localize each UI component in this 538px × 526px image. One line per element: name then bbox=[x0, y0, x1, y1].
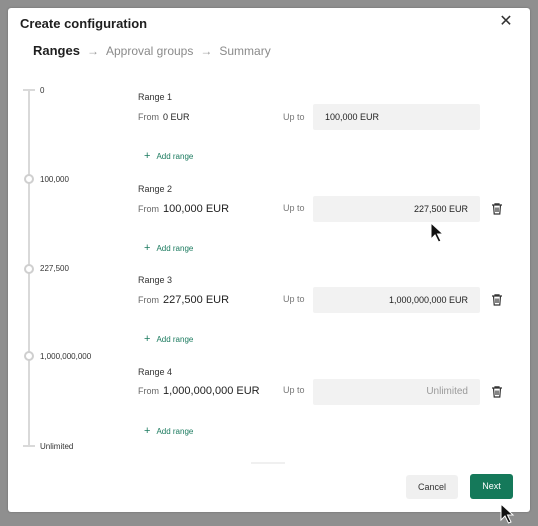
range-4-title: Range 4 bbox=[138, 367, 173, 377]
dialog-title: Create configuration bbox=[20, 16, 148, 31]
from-label: From bbox=[138, 112, 159, 122]
trash-icon[interactable] bbox=[490, 385, 504, 399]
range-3-upto-label: Up to bbox=[283, 294, 305, 304]
from-label: From bbox=[138, 386, 159, 396]
range-2-upto-field[interactable]: 227,500 EUR bbox=[313, 196, 480, 222]
range-1-title: Range 1 bbox=[138, 92, 173, 102]
timeline-node bbox=[24, 174, 34, 184]
timeline-label-227500: 227,500 bbox=[40, 264, 69, 273]
step-approval-groups[interactable]: Approval groups bbox=[106, 44, 193, 58]
stepper: Ranges → Approval groups → Summary bbox=[33, 43, 271, 58]
step-ranges[interactable]: Ranges bbox=[33, 43, 80, 58]
timeline-node bbox=[24, 264, 34, 274]
range-2-upto-label: Up to bbox=[283, 203, 305, 213]
range-1-upto-field[interactable]: 100,000 EUR bbox=[313, 104, 480, 130]
add-range-button[interactable]: + Add range bbox=[144, 333, 193, 345]
close-icon[interactable]: ✕ bbox=[498, 14, 514, 30]
range-1-from: From 0 EUR bbox=[138, 112, 190, 122]
step-arrow-icon: → bbox=[200, 44, 213, 58]
add-range-label: Add range bbox=[156, 244, 194, 253]
timeline-start-tick bbox=[23, 89, 35, 91]
range-4-upto-label: Up to bbox=[283, 385, 305, 395]
add-range-button[interactable]: + Add range bbox=[144, 242, 193, 254]
plus-icon: + bbox=[144, 333, 151, 345]
trash-icon[interactable] bbox=[490, 293, 504, 307]
range-2-title: Range 2 bbox=[138, 184, 173, 194]
timeline-node bbox=[24, 351, 34, 361]
range-3-from: From 227,500 EUR bbox=[138, 294, 229, 306]
add-range-button[interactable]: + Add range bbox=[144, 150, 193, 162]
add-range-label: Add range bbox=[156, 335, 194, 344]
range-4-from-value: 1,000,000,000 EUR bbox=[163, 385, 260, 397]
next-button[interactable]: Next bbox=[470, 474, 513, 499]
timeline-label-100000: 100,000 bbox=[40, 175, 69, 184]
add-range-button[interactable]: + Add range bbox=[144, 425, 193, 437]
range-3-from-value: 227,500 EUR bbox=[163, 294, 230, 306]
timeline-label-1000000000: 1,000,000,000 bbox=[40, 352, 92, 361]
range-4-upto-field[interactable]: Unlimited bbox=[313, 379, 480, 405]
timeline-end-tick bbox=[23, 445, 35, 447]
timeline-label-unlimited: Unlimited bbox=[40, 442, 74, 451]
add-range-label: Add range bbox=[156, 152, 194, 161]
timeline-label-0: 0 bbox=[40, 86, 45, 95]
step-arrow-icon: → bbox=[86, 44, 99, 58]
from-label: From bbox=[138, 204, 159, 214]
range-4-from: From 1,000,000,000 EUR bbox=[138, 385, 260, 397]
range-2-from-value: 100,000 EUR bbox=[163, 203, 230, 215]
range-3-upto-field[interactable]: 1,000,000,000 EUR bbox=[313, 287, 480, 313]
range-1-upto-label: Up to bbox=[283, 112, 305, 122]
add-range-label: Add range bbox=[156, 427, 194, 436]
plus-icon: + bbox=[144, 150, 151, 162]
plus-icon: + bbox=[144, 242, 151, 254]
scroll-indicator[interactable] bbox=[251, 462, 285, 464]
plus-icon: + bbox=[144, 425, 151, 437]
from-label: From bbox=[138, 295, 159, 305]
trash-icon[interactable] bbox=[490, 202, 504, 216]
mouse-pointer-icon bbox=[500, 503, 515, 524]
mouse-pointer-icon bbox=[430, 222, 445, 243]
range-2-from: From 100,000 EUR bbox=[138, 203, 229, 215]
range-3-title: Range 3 bbox=[138, 275, 173, 285]
step-summary[interactable]: Summary bbox=[219, 44, 270, 58]
create-configuration-dialog: Create configuration ✕ Ranges → Approval g… bbox=[8, 8, 530, 512]
range-1-from-value: 0 EUR bbox=[163, 112, 190, 122]
cancel-button[interactable]: Cancel bbox=[406, 475, 458, 499]
